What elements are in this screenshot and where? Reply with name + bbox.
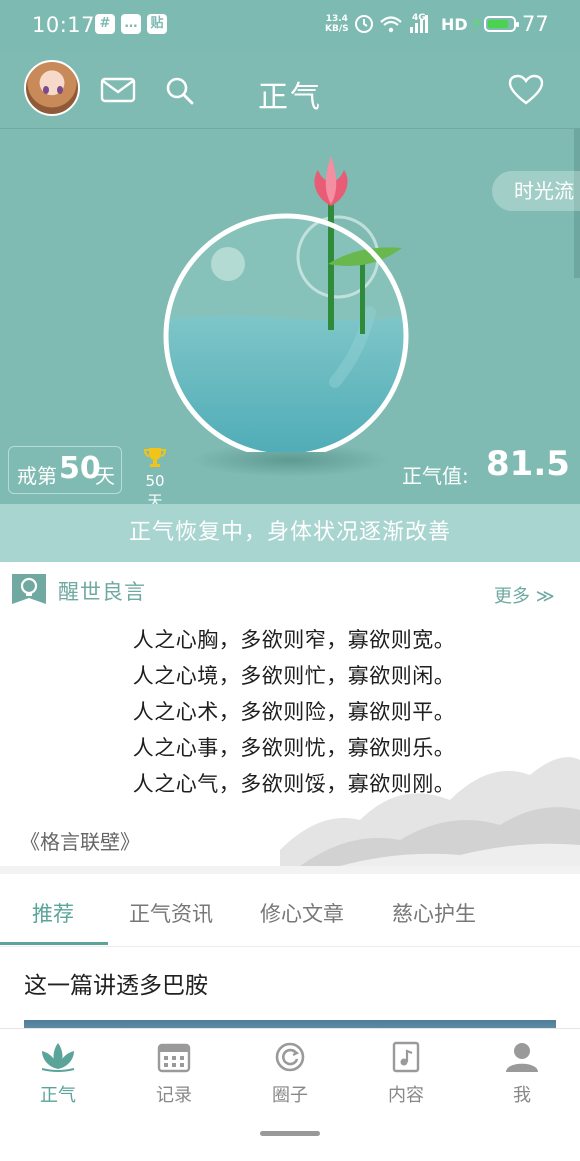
nav-label: 内容 bbox=[388, 1085, 424, 1106]
home-indicator[interactable] bbox=[260, 1131, 320, 1136]
righteousness-label: 正气值: bbox=[402, 464, 469, 488]
quote-line: 人之心术，多欲则险，寡欲则平。 bbox=[132, 700, 456, 724]
article-title[interactable]: 这一篇讲透多巴胺 bbox=[24, 966, 208, 1000]
nav-item-record[interactable]: 记录 bbox=[116, 1037, 232, 1117]
status-banner: 正气恢复中，身体状况逐渐改善 bbox=[0, 504, 580, 562]
more-quotes-link[interactable]: 更多 ≫ bbox=[494, 582, 555, 608]
content-tabs: 推荐 正气资讯 修心文章 慈心护生 bbox=[0, 874, 580, 947]
calendar-icon bbox=[157, 1043, 191, 1073]
person-icon bbox=[506, 1043, 538, 1072]
streak-suffix: 天 bbox=[95, 464, 115, 488]
nav-label: 记录 bbox=[156, 1085, 192, 1106]
section-divider bbox=[0, 866, 580, 874]
timeline-button[interactable]: 时光流 bbox=[492, 171, 580, 211]
tab-articles[interactable]: 修心文章 bbox=[260, 898, 344, 928]
streak-prefix: 戒第 bbox=[17, 464, 57, 488]
charging-icon: ⚡ bbox=[471, 14, 483, 33]
lightbulb-icon bbox=[12, 574, 46, 604]
nav-item-zhengqi[interactable]: 正气 bbox=[0, 1037, 116, 1117]
quote-source: 《格言联壁》 bbox=[20, 830, 140, 854]
battery-icon bbox=[484, 16, 519, 32]
nav-label: 正气 bbox=[40, 1085, 76, 1106]
network-speed-unit: KB/S bbox=[325, 24, 349, 34]
page-title: 正气 bbox=[258, 80, 322, 115]
status-bar: 10:17 # … 贴 13.4 KB/S 4G HD ⚡ 77 bbox=[0, 0, 580, 52]
bottom-navigation: 正气 记录 圈子 内容 我 bbox=[0, 1028, 580, 1161]
quote-line: 人之心胸，多欲则窄，寡欲则宽。 bbox=[132, 628, 456, 652]
hash-notification-icon: # bbox=[95, 14, 115, 34]
chat-notification-icon: … bbox=[121, 14, 141, 34]
app-header: 正气 bbox=[0, 52, 580, 129]
tab-recommended[interactable]: 推荐 bbox=[32, 898, 74, 928]
nav-label: 圈子 bbox=[272, 1085, 308, 1106]
lotus-globe-illustration bbox=[163, 156, 409, 452]
hero-panel: 正气 时光流 戒第 50 天 50天 正气值: 81.5 bbox=[0, 52, 580, 510]
quote-card: 醒世良言 更多 ≫ 人之心胸，多欲则窄，寡欲则宽。 人之心境，多欲则忙，寡欲则闲… bbox=[0, 570, 580, 866]
nav-item-circle[interactable]: 圈子 bbox=[232, 1037, 348, 1117]
network-speed-value: 13.4 bbox=[325, 14, 348, 24]
trophy-badge[interactable]: 50天 bbox=[138, 446, 172, 510]
hd-indicator: HD bbox=[441, 15, 468, 34]
heart-icon[interactable] bbox=[508, 74, 544, 106]
quote-section-title: 醒世良言 bbox=[58, 580, 146, 604]
network-speed: 13.4 KB/S bbox=[325, 14, 349, 34]
tieba-notification-icon: 贴 bbox=[147, 14, 167, 34]
nav-item-me[interactable]: 我 bbox=[464, 1037, 580, 1117]
nav-label: 我 bbox=[513, 1085, 531, 1106]
tab-news[interactable]: 正气资讯 bbox=[129, 898, 213, 928]
active-tab-indicator bbox=[0, 942, 108, 945]
trophy-icon bbox=[143, 448, 167, 467]
music-book-icon bbox=[392, 1041, 420, 1073]
nav-item-content[interactable]: 内容 bbox=[348, 1037, 464, 1117]
circle-refresh-icon bbox=[275, 1042, 305, 1072]
abstinence-streak: 戒第 50 天 bbox=[8, 446, 122, 494]
righteousness-value: 81.5 bbox=[486, 444, 570, 484]
network-type: 4G bbox=[412, 13, 426, 23]
lotus-icon bbox=[41, 1043, 75, 1072]
tab-compassion[interactable]: 慈心护生 bbox=[392, 898, 476, 928]
battery-percent: 77 bbox=[522, 12, 549, 36]
ink-mountain-decoration bbox=[280, 757, 580, 866]
quote-line: 人之心境，多欲则忙，寡欲则闲。 bbox=[132, 664, 456, 688]
status-time: 10:17 bbox=[32, 13, 96, 37]
